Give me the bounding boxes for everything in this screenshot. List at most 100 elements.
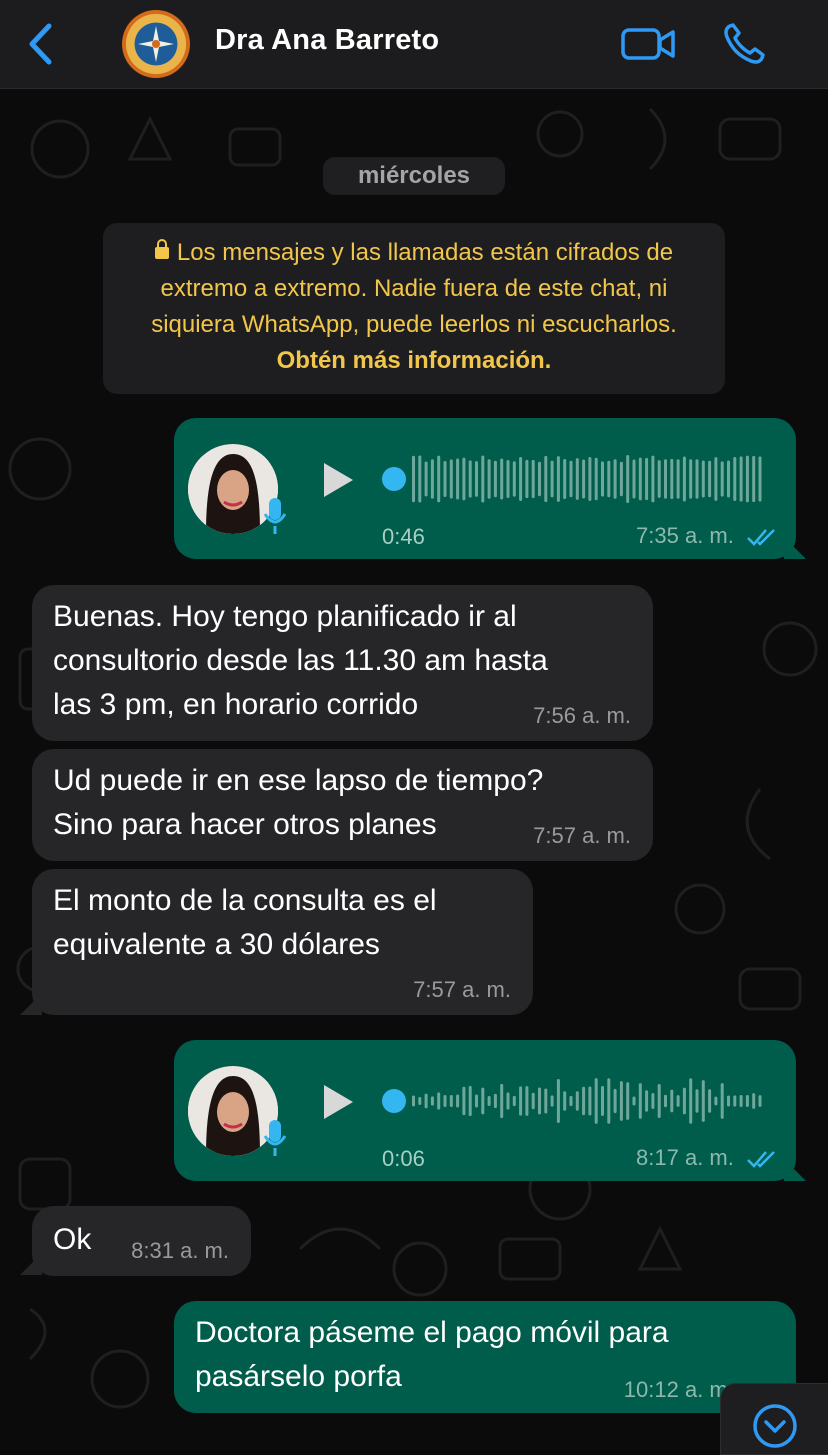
waveform-bar — [638, 1083, 642, 1119]
waveform-bar — [475, 1094, 478, 1108]
waveform-bar — [689, 1078, 693, 1124]
waveform-bar — [720, 1083, 724, 1119]
waveform-bar — [626, 455, 630, 503]
waveform-bar — [651, 1092, 655, 1110]
incoming-message[interactable]: Ud puede ir en ese lapso de tiempo? Sino… — [32, 749, 653, 861]
waveform-bar — [519, 1086, 523, 1116]
waveform-bar — [745, 1095, 749, 1107]
waveform-bar — [638, 457, 642, 501]
waveform-bar — [462, 1086, 466, 1116]
waveform-bar — [531, 459, 535, 499]
incoming-message[interactable]: Ok 8:31 a. m. — [32, 1206, 251, 1276]
encryption-text: Los mensajes y las llamadas están cifrad… — [151, 239, 677, 338]
waveform-bar — [506, 1092, 510, 1110]
waveform-bar — [468, 460, 472, 498]
voice-message[interactable]: 0:46 7:35 a. m. — [174, 418, 796, 559]
voice-message[interactable]: 0:06 8:17 a. m. — [174, 1040, 796, 1181]
waveform-bar — [758, 1095, 762, 1107]
double-check-icon — [747, 529, 775, 547]
waveform-bar — [745, 455, 749, 503]
play-icon[interactable] — [320, 1082, 356, 1122]
chat-header: Dra Ana Barreto — [0, 0, 828, 89]
chevron-down-circle-icon — [753, 1404, 797, 1448]
waveform-bar — [550, 460, 554, 498]
video-camera-icon[interactable] — [620, 24, 676, 64]
day-separator: miércoles — [323, 157, 505, 195]
scroll-to-bottom-button[interactable] — [720, 1383, 828, 1455]
outgoing-message[interactable]: Doctora páseme el pago móvil para pasárs… — [174, 1301, 796, 1413]
waveform-bar — [544, 455, 548, 503]
waveform-bar — [758, 456, 762, 502]
waveform-bar — [619, 1081, 623, 1121]
waveform-bar — [752, 455, 756, 503]
waveform-bar — [752, 1093, 756, 1109]
waveform-bar — [412, 455, 415, 503]
waveform-bar — [512, 461, 516, 497]
waveform-bar — [525, 1086, 529, 1116]
waveform-bar — [544, 1088, 548, 1114]
waveform-bar — [626, 1082, 630, 1120]
waveform-bar — [412, 1095, 415, 1107]
waveform-bar — [727, 1095, 730, 1107]
lock-icon — [154, 239, 169, 259]
contact-name[interactable]: Dra Ana Barreto — [215, 24, 439, 57]
waveform-bar — [695, 1089, 699, 1113]
waveform-bar — [468, 1085, 472, 1117]
incoming-message[interactable]: El monto de la consulta es el equivalent… — [32, 869, 533, 1015]
waveform-bar — [462, 457, 466, 501]
waveform-bar — [664, 1094, 667, 1108]
message-time: 7:35 a. m. — [636, 523, 778, 549]
playback-position-dot[interactable] — [382, 1089, 406, 1113]
waveform-bar — [456, 458, 460, 500]
waveform-bar — [538, 461, 541, 497]
waveform-bar — [670, 1089, 674, 1113]
waveform-bar — [456, 1094, 460, 1108]
waveform-bar — [645, 457, 649, 501]
encryption-notice[interactable]: Los mensajes y las llamadas están cifrad… — [103, 223, 725, 394]
waveform-bar — [424, 461, 428, 497]
waveform-bar — [676, 1095, 680, 1107]
waveform-bar — [563, 459, 567, 499]
waveform-bar — [588, 1086, 592, 1116]
waveform-bar — [531, 1092, 535, 1110]
waveform-bar — [632, 1096, 636, 1106]
waveform-bar — [582, 1086, 586, 1116]
waveform-bar — [487, 1095, 491, 1107]
waveform-bar — [701, 460, 705, 498]
waveform-bar — [519, 456, 523, 502]
waveform-bar — [437, 455, 441, 503]
contact-avatar[interactable] — [122, 10, 190, 78]
waveform-bar — [689, 459, 693, 499]
microphone-icon — [263, 498, 287, 534]
play-icon[interactable] — [320, 460, 356, 500]
waveform-bar — [708, 1089, 712, 1113]
incoming-message[interactable]: Buenas. Hoy tengo planificado ir al cons… — [32, 585, 653, 741]
chat-area[interactable]: miércoles Los mensajes y las llamadas es… — [0, 89, 828, 1442]
waveform-bar — [556, 1079, 560, 1123]
waveform-bar — [645, 1090, 649, 1112]
message-time: 8:17 a. m. — [636, 1145, 778, 1171]
waveform-bar — [550, 1095, 554, 1107]
waveform-bar — [651, 455, 655, 503]
waveform-bar — [493, 1093, 497, 1109]
voice-duration: 0:06 — [382, 1146, 425, 1171]
audio-waveform[interactable] — [382, 1074, 762, 1128]
waveform-bar — [538, 1087, 541, 1115]
waveform-bar — [418, 455, 422, 503]
audio-waveform[interactable] — [382, 452, 762, 506]
waveform-bar — [613, 1088, 617, 1114]
waveform-bar — [607, 1078, 611, 1124]
waveform-bar — [481, 1087, 485, 1115]
waveform-bar — [569, 1095, 573, 1107]
waveform-bar — [443, 461, 447, 497]
waveform-bar — [613, 459, 617, 499]
waveform-bar — [481, 455, 485, 503]
voice-duration: 0:46 — [382, 524, 425, 549]
chevron-left-icon[interactable] — [22, 22, 62, 66]
learn-more-link[interactable]: Obtén más información. — [277, 347, 552, 374]
playback-position-dot[interactable] — [382, 467, 406, 491]
waveform-bar — [701, 1080, 705, 1122]
microphone-icon — [263, 1120, 287, 1156]
phone-icon[interactable] — [720, 20, 768, 68]
message-time: 7:56 a. m. — [533, 703, 631, 728]
